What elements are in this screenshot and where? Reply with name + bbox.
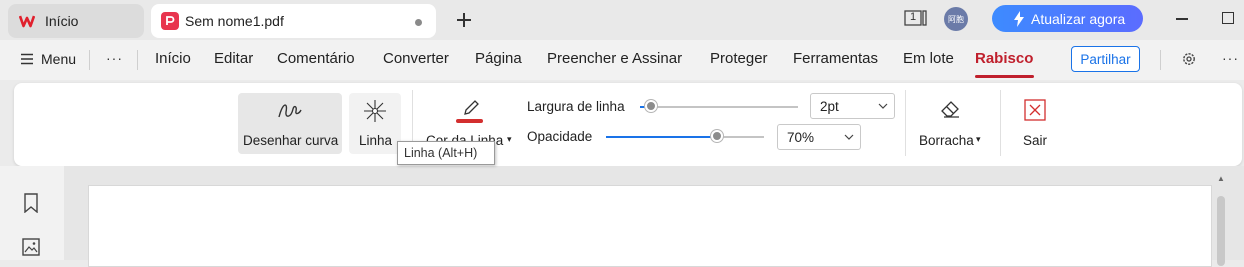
bookmark-icon[interactable] (21, 192, 41, 214)
thumbnail-image-icon[interactable] (21, 237, 41, 257)
menu-item-editar[interactable]: Editar (214, 50, 253, 67)
menu-item-ferramentas[interactable]: Ferramentas (793, 50, 878, 67)
menu-item-inicio[interactable]: Início (155, 50, 191, 67)
line-tooltip: Linha (Alt+H) (397, 141, 495, 165)
minimize-icon[interactable] (1176, 18, 1188, 20)
ribbon-separator (1000, 90, 1001, 156)
eraser-label: Borracha (919, 133, 974, 148)
avatar-text: 阿胞 (948, 14, 964, 24)
draw-curve-label: Desenhar curva (243, 133, 339, 148)
menu-item-pagina[interactable]: Página (475, 50, 522, 67)
opacity-slider[interactable] (606, 129, 764, 145)
eraser-icon (939, 98, 963, 120)
tab-document[interactable]: Sem nome1.pdf (151, 4, 436, 38)
curve-pen-icon (277, 99, 303, 123)
menu-item-preencher-assinar[interactable]: Preencher e Assinar (547, 50, 682, 67)
line-width-slider[interactable] (640, 99, 798, 115)
chevron-down-icon: ▾ (976, 134, 981, 144)
draw-curve-button[interactable]: Desenhar curva (238, 93, 342, 154)
opacity-label: Opacidade (527, 129, 593, 144)
ribbon-separator (905, 90, 906, 156)
opacity-slider-fill (606, 136, 717, 138)
line-label: Linha (359, 133, 393, 148)
exit-label: Sair (1023, 133, 1048, 148)
vertical-scrollbar[interactable]: ▲ (1214, 174, 1228, 266)
opacity-select[interactable]: 70% (777, 124, 861, 150)
share-label: Partilhar (1080, 51, 1131, 67)
tab-unsaved-dot-icon[interactable] (415, 19, 422, 26)
line-sparkle-icon (363, 99, 387, 123)
chevron-down-icon: ▾ (507, 134, 512, 144)
avatar[interactable]: 阿胞 (944, 7, 968, 31)
eraser-button[interactable]: Borracha ▾ (914, 93, 988, 153)
pen-icon (459, 97, 483, 119)
menu-separator (89, 50, 90, 70)
active-tab-underline (975, 75, 1034, 78)
menu-item-proteger[interactable]: Proteger (710, 50, 768, 67)
menu-item-em-lote[interactable]: Em lote (903, 50, 954, 67)
pen-color-swatch (456, 119, 483, 123)
line-width-value: 2pt (820, 98, 839, 114)
menu-separator (137, 50, 138, 70)
chevron-down-icon (878, 101, 888, 111)
line-width-label: Largura de linha (527, 99, 625, 114)
pdf-file-icon (161, 12, 179, 30)
line-button[interactable]: Linha (349, 93, 401, 154)
menu-item-converter[interactable]: Converter (383, 50, 449, 67)
menu-item-rabisco[interactable]: Rabisco (975, 50, 1033, 67)
tooltip-text: Linha (Alt+H) (404, 146, 478, 160)
hamburger-menu-icon[interactable] (20, 52, 34, 66)
pdf-page[interactable] (88, 185, 1212, 267)
share-button[interactable]: Partilhar (1071, 46, 1140, 72)
line-width-select[interactable]: 2pt (810, 93, 895, 119)
menu-button[interactable]: Menu (41, 51, 76, 67)
scroll-up-arrow-icon[interactable]: ▲ (1217, 174, 1225, 183)
chevron-down-icon (844, 132, 854, 142)
line-width-slider-handle[interactable] (645, 100, 657, 112)
new-tab-plus-icon[interactable] (453, 9, 475, 31)
settings-gear-icon[interactable] (1180, 50, 1198, 68)
maximize-icon[interactable] (1222, 12, 1234, 24)
page-count-badge: 1 (910, 11, 917, 23)
tab-home[interactable]: Início (8, 4, 144, 38)
line-width-slider-track (640, 106, 798, 108)
more-options-icon[interactable]: ··· (106, 50, 123, 66)
upgrade-button[interactable]: Atualizar agora (992, 5, 1143, 32)
close-box-icon (1024, 99, 1046, 121)
opacity-value: 70% (787, 129, 815, 145)
more-options-icon[interactable]: ··· (1222, 50, 1239, 66)
tab-document-label: Sem nome1.pdf (185, 13, 284, 29)
opacity-slider-handle[interactable] (711, 130, 723, 142)
wps-logo-icon (19, 13, 35, 29)
menu-item-comentario[interactable]: Comentário (277, 50, 355, 67)
tab-home-label: Início (45, 13, 79, 29)
scrollbar-thumb[interactable] (1217, 196, 1225, 266)
exit-button[interactable]: Sair (1012, 93, 1058, 153)
upgrade-label: Atualizar agora (1031, 11, 1126, 27)
menu-separator (1160, 50, 1161, 70)
lightning-icon (1012, 10, 1026, 27)
